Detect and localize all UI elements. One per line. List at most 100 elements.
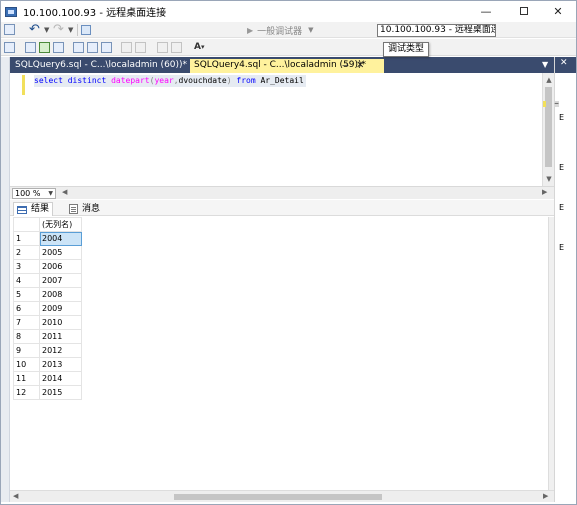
grid-cell[interactable]: 2006 [39, 259, 82, 274]
scroll-up-icon[interactable]: ▲ [544, 75, 554, 85]
grid-cell[interactable]: 2010 [39, 315, 82, 330]
scroll-down-icon[interactable]: ▼ [544, 174, 554, 184]
table-row: 11 2014 [13, 371, 82, 386]
comment-icon[interactable] [121, 42, 132, 53]
row-number[interactable]: 6 [13, 301, 40, 316]
tab-label: SQLQuery4.sql - C...\localadmin (59))* [194, 60, 367, 70]
debugger-combo-label: 一般调试器 [257, 26, 303, 37]
debugger-combo[interactable]: ▶ 一般调试器 ▼ [247, 24, 367, 37]
address-input[interactable]: 10.100.100.93 - 远程桌面连接 [377, 24, 496, 37]
new-query-icon[interactable] [4, 24, 15, 35]
row-number[interactable]: 7 [13, 315, 40, 330]
undo-dropdown-icon[interactable]: ▼ [44, 26, 49, 34]
results-to-grid-icon[interactable] [87, 42, 98, 53]
table-row: 10 2013 [13, 357, 82, 372]
uncomment-icon[interactable] [135, 42, 146, 53]
row-number[interactable]: 8 [13, 329, 40, 344]
row-number[interactable]: 9 [13, 343, 40, 358]
panel-item-label: E [559, 203, 565, 212]
table-row: 5 2008 [13, 287, 82, 302]
punctuation: ) [226, 76, 232, 85]
row-header-corner[interactable] [13, 217, 40, 232]
results-tab-bar: 结果 消息 [10, 200, 554, 216]
grid-cell[interactable]: 2008 [39, 287, 82, 302]
table-row: 1 2004 [13, 231, 82, 246]
results-to-text-icon[interactable] [73, 42, 84, 53]
tab-dropdown-icon[interactable]: ▼ [542, 60, 548, 69]
table-row: 7 2010 [13, 315, 82, 330]
row-number[interactable]: 5 [13, 287, 40, 302]
query-editor[interactable]: select distinct datepart(year,dvouchdate… [10, 73, 542, 186]
display-plan-icon[interactable] [53, 42, 64, 53]
grid-cell[interactable]: 2014 [39, 371, 82, 386]
zoom-select[interactable]: 100 % ▼ [12, 188, 56, 199]
tab-sqlquery4[interactable]: SQLQuery4.sql - C...\localadmin (59))* ⊸… [190, 59, 384, 73]
scroll-right-icon[interactable]: ▶ [542, 188, 547, 196]
minimize-button[interactable]: — [469, 1, 503, 21]
results-horizontal-scrollbar[interactable]: ◀ ▶ [10, 490, 554, 502]
row-number[interactable]: 2 [13, 245, 40, 260]
parse-icon[interactable] [39, 42, 50, 53]
undo-icon[interactable]: ↶ [29, 23, 40, 37]
close-tab-icon[interactable]: ✕ [356, 59, 364, 72]
keyword: distinct [67, 76, 107, 85]
row-number[interactable]: 3 [13, 259, 40, 274]
grid-cell[interactable]: 2004 [39, 231, 82, 246]
pin-icon[interactable]: ⊸ [342, 59, 349, 72]
tab-results[interactable]: 结果 [13, 202, 54, 216]
remote-desktop-window: 10.100.100.93 - 远程桌面连接 — ✕ ↶ ▼ ↷ ▼ ▶ 一般调… [0, 0, 577, 505]
scroll-thumb[interactable] [174, 494, 382, 500]
grid-cell[interactable]: 2011 [39, 329, 82, 344]
redo-dropdown-icon[interactable]: ▼ [68, 26, 73, 34]
redo-icon[interactable]: ↷ [53, 23, 64, 37]
table-row: 9 2012 [13, 343, 82, 358]
table-row: 3 2006 [13, 259, 82, 274]
results-to-file-icon[interactable] [101, 42, 112, 53]
window-title: 10.100.100.93 - 远程桌面连接 [23, 8, 167, 19]
row-number[interactable]: 10 [13, 357, 40, 372]
results-grid-area: (无列名) 1 2004 2 2005 3 2006 4 2007 5 2008 6 2009 7 201… [10, 217, 548, 490]
grid-cell[interactable]: 2015 [39, 385, 82, 400]
row-number[interactable]: 11 [13, 371, 40, 386]
close-icon: ✕ [553, 4, 563, 18]
panel-item-label: E [559, 113, 565, 122]
grid-cell[interactable]: 2009 [39, 301, 82, 316]
maximize-icon [520, 7, 528, 15]
remote-desktop-icon [5, 6, 17, 17]
scroll-left-icon[interactable]: ◀ [62, 188, 67, 196]
window-icon[interactable] [81, 25, 91, 35]
row-number[interactable]: 12 [13, 385, 40, 400]
close-icon[interactable]: ✕ [560, 58, 568, 68]
editor-vertical-scrollbar[interactable]: ▲ ▼ [542, 73, 554, 186]
function-arg: year [154, 76, 174, 85]
row-number[interactable]: 1 [13, 231, 40, 246]
keyword: select [34, 76, 63, 85]
maximize-button[interactable] [507, 1, 541, 21]
tab-messages[interactable]: 消息 [66, 202, 103, 216]
increase-indent-icon[interactable] [171, 42, 182, 53]
document-tab-bar: SQLQuery6.sql - C...\localadmin (60))* S… [10, 57, 554, 73]
panel-header: ✕ [555, 57, 576, 73]
specify-values-button[interactable]: A▾ [194, 42, 204, 52]
standard-toolbar: ↶ ▼ ↷ ▼ ▶ 一般调试器 ▼ 10.100.100.93 - 远程桌面连接 [1, 22, 576, 38]
row-number[interactable]: 4 [13, 273, 40, 288]
table-row: 6 2009 [13, 301, 82, 316]
change-connection-icon[interactable] [25, 42, 36, 53]
grid-cell[interactable]: 2005 [39, 245, 82, 260]
tab-label: SQLQuery6.sql - C...\localadmin (60))* [15, 60, 188, 70]
scroll-left-icon[interactable]: ◀ [13, 492, 18, 500]
chevron-down-icon: ▼ [48, 190, 53, 197]
close-button[interactable]: ✕ [541, 1, 575, 21]
grid-cell[interactable]: 2013 [39, 357, 82, 372]
connect-icon[interactable] [4, 42, 15, 53]
scroll-right-icon[interactable]: ▶ [543, 492, 548, 500]
decrease-indent-icon[interactable] [157, 42, 168, 53]
column-header[interactable]: (无列名) [39, 217, 82, 232]
collapse-icon[interactable]: − [554, 101, 559, 107]
grid-cell[interactable]: 2012 [39, 343, 82, 358]
tab-sqlquery6[interactable]: SQLQuery6.sql - C...\localadmin (60))* [11, 59, 187, 73]
tooltip: 调试类型 [383, 42, 430, 57]
grid-cell[interactable]: 2007 [39, 273, 82, 288]
change-marker [543, 101, 546, 107]
scroll-thumb[interactable] [545, 87, 552, 167]
